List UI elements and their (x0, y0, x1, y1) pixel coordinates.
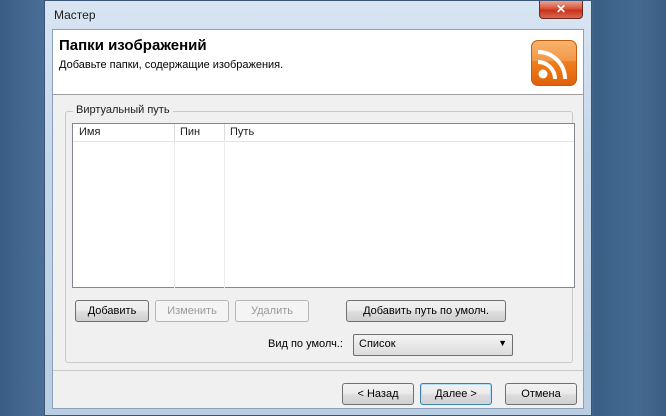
default-view-select[interactable]: Список ▼ (353, 334, 513, 356)
list-header: Имя Пин Путь (73, 124, 574, 142)
header-divider[interactable] (224, 124, 225, 141)
page-title: Папки изображений (59, 37, 207, 54)
column-divider (224, 141, 225, 288)
next-button[interactable]: Далее > (420, 383, 492, 405)
add-button[interactable]: Добавить (75, 300, 149, 322)
column-divider (174, 141, 175, 288)
column-header-pin[interactable]: Пин (174, 124, 224, 141)
cancel-button[interactable]: Отмена (505, 383, 577, 405)
desktop-background (0, 0, 44, 416)
column-header-path[interactable]: Путь (224, 124, 564, 141)
window-title: Мастер (54, 8, 96, 22)
close-button[interactable]: ✕ (539, 1, 583, 19)
header-divider[interactable] (174, 124, 175, 141)
page-subtitle: Добавьте папки, содержащие изображения. (59, 59, 284, 71)
footer-divider (53, 370, 583, 371)
add-default-path-button[interactable]: Добавить путь по умолч. (346, 300, 506, 322)
back-button[interactable]: < Назад (342, 383, 414, 405)
column-header-name[interactable]: Имя (73, 124, 174, 141)
virtual-path-list[interactable]: Имя Пин Путь (72, 123, 575, 288)
dialog-client-area: Папки изображений Добавьте папки, содерж… (52, 29, 584, 409)
edit-button[interactable]: Изменить (155, 300, 229, 322)
default-view-label: Вид по умолч.: (268, 338, 343, 350)
desktop-background-right (594, 0, 666, 416)
virtual-path-group-label: Виртуальный путь (73, 104, 173, 116)
wizard-header: Папки изображений Добавьте папки, содерж… (53, 30, 583, 95)
wizard-window: Мастер ✕ Папки изображений Добавьте папк… (44, 0, 592, 416)
title-bar[interactable]: Мастер ✕ (45, 1, 591, 29)
rss-feed-icon (531, 40, 577, 86)
close-icon: ✕ (555, 2, 567, 16)
dropdown-arrow-icon: ▼ (498, 338, 507, 348)
delete-button[interactable]: Удалить (235, 300, 309, 322)
default-view-value: Список (359, 338, 396, 350)
